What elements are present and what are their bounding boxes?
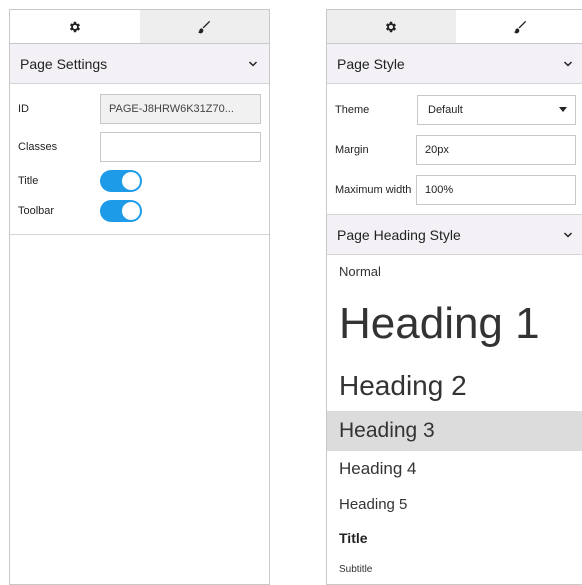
heading-option-h3[interactable]: Heading 3 (327, 411, 582, 451)
section-title: Page Style (337, 56, 405, 72)
page-style-header[interactable]: Page Style (327, 44, 582, 84)
max-width-label: Maximum width (335, 184, 416, 197)
title-label: Title (18, 175, 100, 188)
page-heading-style-header[interactable]: Page Heading Style (327, 215, 582, 255)
chevron-down-icon (562, 58, 574, 70)
title-toggle[interactable] (100, 170, 142, 192)
brush-icon (196, 19, 212, 35)
chevron-down-icon (247, 58, 259, 70)
toolbar-toggle[interactable] (100, 200, 142, 222)
heading-option-title[interactable]: Title (327, 521, 582, 555)
heading-option-h4[interactable]: Heading 4 (327, 451, 582, 487)
heading-option-normal[interactable]: Normal (327, 255, 582, 287)
heading-option-h5[interactable]: Heading 5 (327, 487, 582, 521)
page-settings-panel: Page Settings ID Classes Title Toolbar (9, 9, 270, 585)
gear-icon (68, 20, 82, 34)
id-label: ID (18, 103, 100, 116)
page-style-panel: Page Style Theme Default Margin Maximum … (326, 9, 582, 585)
margin-label: Margin (335, 144, 416, 157)
tab-settings[interactable] (10, 10, 140, 43)
classes-label: Classes (18, 141, 100, 154)
tab-style[interactable] (456, 10, 582, 43)
page-style-form: Theme Default Margin Maximum width (327, 84, 582, 215)
heading-option-subtitle[interactable]: Subtitle (327, 555, 582, 583)
chevron-down-icon (562, 229, 574, 241)
heading-option-h1[interactable]: Heading 1 (327, 287, 582, 361)
heading-style-list: Normal Heading 1 Heading 2 Heading 3 Hea… (327, 255, 582, 583)
page-settings-form: ID Classes Title Toolbar (10, 84, 269, 235)
classes-field[interactable] (100, 132, 261, 162)
tab-settings[interactable] (327, 10, 456, 43)
gear-icon (384, 20, 398, 34)
id-field[interactable] (100, 94, 261, 124)
max-width-field[interactable] (416, 175, 576, 205)
theme-label: Theme (335, 104, 417, 117)
theme-value: Default (428, 104, 463, 116)
toggle-knob (121, 171, 141, 191)
panel-tabs (10, 10, 269, 44)
margin-field[interactable] (416, 135, 576, 165)
brush-icon (512, 19, 528, 35)
theme-select[interactable]: Default (417, 95, 576, 125)
section-title: Page Heading Style (337, 227, 461, 243)
toolbar-label: Toolbar (18, 205, 100, 218)
tab-style[interactable] (140, 10, 270, 43)
caret-down-icon (559, 104, 567, 116)
toggle-knob (121, 201, 141, 221)
page-settings-header[interactable]: Page Settings (10, 44, 269, 84)
heading-option-h2[interactable]: Heading 2 (327, 361, 582, 411)
section-title: Page Settings (20, 56, 107, 72)
panel-tabs (327, 10, 582, 44)
